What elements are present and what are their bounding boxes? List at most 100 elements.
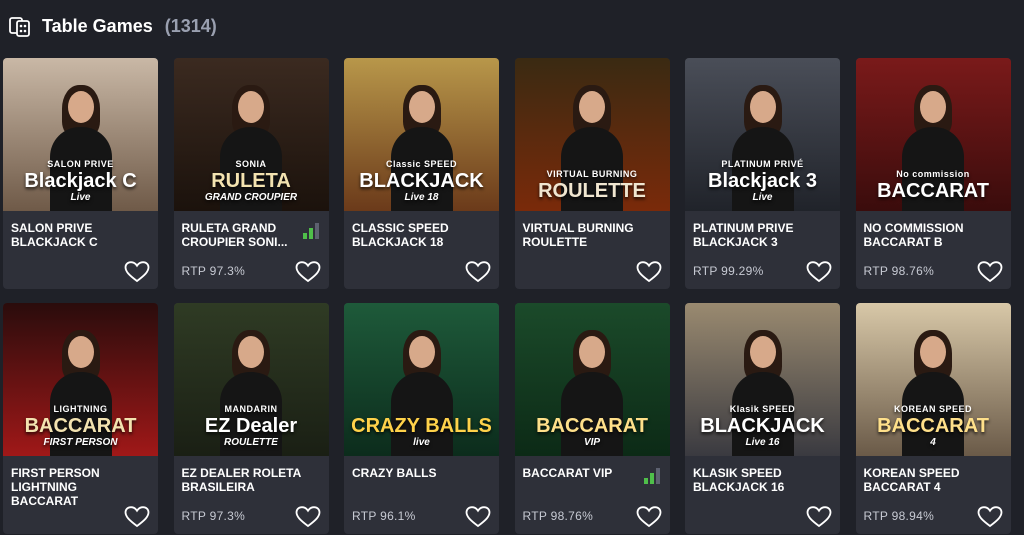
favorite-heart-icon[interactable] — [465, 261, 491, 283]
game-thumbnail[interactable]: Klasik SPEED BLACKJACK Live 16 — [685, 303, 840, 456]
game-logo: PLATINUM PRIVÉ Blackjack 3 Live — [691, 160, 834, 203]
section-title: Table Games — [42, 15, 153, 36]
logo-title: CRAZY BALLS — [351, 415, 492, 437]
game-card[interactable]: VIRTUAL BURNING ROULETTE VIRTUAL BURNING… — [514, 58, 670, 289]
game-rtp: RTP 98.76% — [863, 264, 935, 278]
game-thumbnail[interactable]: VIRTUAL BURNING ROULETTE — [514, 58, 670, 211]
game-name[interactable]: VIRTUAL BURNING ROULETTE — [523, 221, 643, 249]
logo-title: BACCARAT — [536, 415, 648, 437]
game-card[interactable]: Klasik SPEED BLACKJACK Live 16 KLASIK SP… — [685, 303, 840, 534]
favorite-heart-icon[interactable] — [295, 261, 321, 283]
logo-title: EZ Dealer — [204, 415, 298, 437]
favorite-heart-icon[interactable] — [465, 506, 491, 528]
logo-tag: Live 18 — [404, 192, 439, 203]
game-card[interactable]: BACCARAT VIP BACCARAT VIP RTP 98.76% — [514, 303, 670, 534]
game-card[interactable]: No commission BACCARAT NO COMMISSION BAC… — [855, 58, 1011, 289]
game-name[interactable]: EZ DEALER ROLETA BRASILEIRA — [182, 466, 302, 494]
game-card[interactable]: CRAZY BALLS live CRAZY BALLS RTP 96.1% — [344, 303, 499, 534]
game-name[interactable]: PLATINUM PRIVE BLACKJACK 3 — [693, 221, 813, 249]
game-logo: BACCARAT VIP — [521, 414, 664, 448]
game-thumbnail[interactable]: BACCARAT VIP — [514, 303, 670, 456]
game-name[interactable]: SALON PRIVE BLACKJACK C — [11, 221, 131, 249]
favorite-heart-icon[interactable] — [806, 261, 832, 283]
games-grid: SALON PRIVE Blackjack C Live SALON PRIVE… — [3, 58, 1011, 534]
game-info: FIRST PERSON LIGHTNING BACCARAT — [3, 456, 158, 534]
logo-tag: Live — [70, 192, 91, 203]
favorite-heart-icon[interactable] — [636, 506, 662, 528]
game-thumbnail[interactable]: No commission BACCARAT — [855, 58, 1011, 211]
game-thumbnail[interactable]: KOREAN SPEED BACCARAT 4 — [855, 303, 1011, 456]
section-header: Table Games (1314) — [8, 12, 217, 40]
game-card[interactable]: MANDARIN EZ Dealer ROULETTE EZ DEALER RO… — [173, 303, 329, 534]
logo-subtitle: MANDARIN — [224, 404, 278, 414]
game-name[interactable]: NO COMMISSION BACCARAT B — [864, 221, 984, 249]
logo-subtitle: LIGHTNING — [53, 404, 108, 414]
logo-title: BACCARAT — [877, 180, 989, 202]
table-games-icon — [8, 14, 32, 38]
logo-title: BLACKJACK — [700, 415, 825, 437]
game-card[interactable]: Classic SPEED BLACKJACK Live 18 CLASSIC … — [344, 58, 499, 289]
game-card[interactable]: SONIA RULETA GRAND CROUPIER RULETA GRAND… — [173, 58, 329, 289]
logo-title: Blackjack C — [24, 170, 137, 192]
logo-title: ROULETTE — [538, 180, 646, 202]
logo-subtitle: SALON PRIVE — [47, 159, 114, 169]
game-logo: MANDARIN EZ Dealer ROULETTE — [180, 405, 323, 448]
game-thumbnail[interactable]: MANDARIN EZ Dealer ROULETTE — [173, 303, 329, 456]
game-thumbnail[interactable]: PLATINUM PRIVÉ Blackjack 3 Live — [685, 58, 840, 211]
logo-tag: live — [413, 437, 430, 448]
game-logo: VIRTUAL BURNING ROULETTE — [521, 170, 664, 203]
game-name[interactable]: CLASSIC SPEED BLACKJACK 18 — [352, 221, 472, 249]
game-name[interactable]: BACCARAT VIP — [523, 466, 643, 480]
game-logo: Classic SPEED BLACKJACK Live 18 — [350, 160, 493, 203]
logo-subtitle: VIRTUAL BURNING — [546, 169, 638, 179]
game-card[interactable]: SALON PRIVE Blackjack C Live SALON PRIVE… — [3, 58, 158, 289]
game-thumbnail[interactable]: SALON PRIVE Blackjack C Live — [3, 58, 158, 211]
game-info: BACCARAT VIP RTP 98.76% — [515, 456, 670, 534]
game-name[interactable]: FIRST PERSON LIGHTNING BACCARAT — [11, 466, 131, 508]
favorite-heart-icon[interactable] — [124, 261, 150, 283]
game-thumbnail[interactable]: CRAZY BALLS live — [344, 303, 499, 456]
logo-subtitle: Classic SPEED — [385, 159, 458, 169]
game-rtp: RTP 97.3% — [181, 509, 246, 523]
games-count: (1314) — [164, 15, 217, 36]
game-info: KLASIK SPEED BLACKJACK 16 — [685, 456, 840, 534]
game-thumbnail[interactable]: LIGHTNING BACCARAT FIRST PERSON — [3, 303, 158, 456]
game-rtp: RTP 96.1% — [352, 509, 416, 523]
game-logo: Klasik SPEED BLACKJACK Live 16 — [691, 405, 834, 448]
game-thumbnail[interactable]: SONIA RULETA GRAND CROUPIER — [173, 58, 329, 211]
game-rtp: RTP 99.29% — [693, 264, 764, 278]
game-info: NO COMMISSION BACCARAT B RTP 98.76% — [856, 211, 1011, 289]
logo-title: BACCARAT — [877, 415, 989, 437]
game-name[interactable]: KOREAN SPEED BACCARAT 4 — [864, 466, 984, 494]
game-logo: LIGHTNING BACCARAT FIRST PERSON — [9, 405, 152, 448]
game-logo: KOREAN SPEED BACCARAT 4 — [862, 405, 1005, 448]
logo-tag: VIP — [583, 437, 601, 448]
game-name[interactable]: RULETA GRAND CROUPIER SONI... — [182, 221, 302, 249]
logo-subtitle: PLATINUM PRIVÉ — [721, 159, 804, 169]
game-thumbnail[interactable]: Classic SPEED BLACKJACK Live 18 — [344, 58, 499, 211]
favorite-heart-icon[interactable] — [295, 506, 321, 528]
game-info: CRAZY BALLS RTP 96.1% — [344, 456, 499, 534]
logo-subtitle: No commission — [896, 169, 970, 179]
game-rtp: RTP 98.94% — [863, 509, 935, 523]
game-rtp: RTP 97.3% — [181, 264, 246, 278]
favorite-heart-icon[interactable] — [977, 506, 1003, 528]
game-card[interactable]: LIGHTNING BACCARAT FIRST PERSON FIRST PE… — [3, 303, 158, 534]
game-card[interactable]: KOREAN SPEED BACCARAT 4 KOREAN SPEED BAC… — [855, 303, 1011, 534]
game-info: VIRTUAL BURNING ROULETTE — [515, 211, 670, 289]
favorite-heart-icon[interactable] — [636, 261, 662, 283]
game-card[interactable]: PLATINUM PRIVÉ Blackjack 3 Live PLATINUM… — [685, 58, 840, 289]
logo-tag: FIRST PERSON — [43, 437, 118, 448]
favorite-heart-icon[interactable] — [124, 506, 150, 528]
game-name[interactable]: CRAZY BALLS — [352, 466, 472, 480]
game-logo: No commission BACCARAT — [862, 170, 1005, 203]
favorite-heart-icon[interactable] — [977, 261, 1003, 283]
signal-icon — [302, 223, 319, 239]
game-rtp: RTP 98.76% — [522, 509, 594, 523]
logo-subtitle: SONIA — [235, 159, 267, 169]
game-info: CLASSIC SPEED BLACKJACK 18 — [344, 211, 499, 289]
logo-tag: ROULETTE — [224, 437, 278, 448]
game-name[interactable]: KLASIK SPEED BLACKJACK 16 — [693, 466, 813, 494]
game-info: SALON PRIVE BLACKJACK C — [3, 211, 158, 289]
favorite-heart-icon[interactable] — [806, 506, 832, 528]
